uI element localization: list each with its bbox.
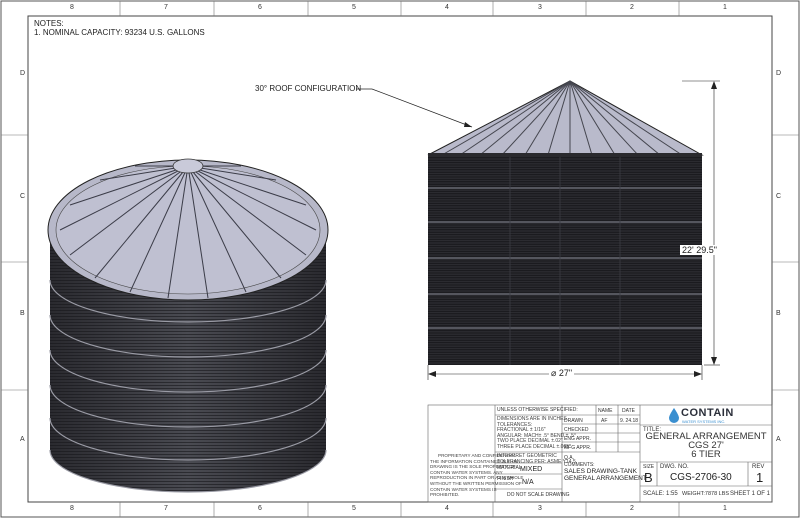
zone-label-bottom: 5: [352, 505, 356, 512]
diameter-dimension: ⌀ 27": [549, 368, 575, 379]
zone-label-bottom: 3: [538, 505, 542, 512]
isometric-tank-view: [47, 158, 329, 493]
logo-subtext: WATER SYSTEMS INC.: [682, 419, 726, 424]
tb-comment-line: GENERAL ARRANGEMENT: [564, 475, 647, 482]
logo-wordmark: CONTAIN: [681, 407, 734, 419]
height-dimension: 22' 29.5": [680, 245, 719, 255]
zone-label-bottom: 4: [445, 505, 449, 512]
drawing-title-line: 6 TIER: [691, 449, 721, 460]
tb-drawn-label: DRAWN: [564, 418, 583, 424]
tb-sheet: SHEET 1 OF 1: [730, 491, 770, 497]
tb-comments: SALES DRAWING-TANK GENERAL ARRANGEMENT: [564, 468, 647, 482]
tb-size-value: B: [644, 470, 653, 485]
tb-comment-line: SALES DRAWING-TANK: [564, 468, 637, 475]
tb-checked-label: CHECKED: [564, 427, 589, 433]
tb-date-header: DATE: [622, 408, 635, 414]
tb-mfg-appr-label: MFG APPR.: [564, 445, 592, 451]
tb-eng-appr-label: ENG APPR.: [564, 436, 591, 442]
zone-label-top: 7: [164, 4, 168, 11]
tb-proprietary-line: PROPRIETARY AND CONFIDENTIAL: [438, 453, 517, 458]
roof-config-callout: 30° ROOF CONFIGURATION: [255, 84, 362, 93]
tb-proprietary-line: DRAWING IS THE SOLE PROPERTY OF: [430, 464, 516, 470]
tb-dwg-number: CGS-2706-30: [670, 472, 732, 483]
tb-unless-label: UNLESS OTHERWISE SPECIFIED:: [497, 407, 578, 413]
zone-label-top: 1: [723, 4, 727, 11]
zone-label-bottom: 6: [258, 505, 262, 512]
zone-label-left: C: [20, 193, 26, 200]
notes-heading: NOTES:: [34, 19, 64, 28]
tb-scale: SCALE: 1:55: [643, 491, 678, 497]
zone-label-top: 4: [445, 4, 449, 11]
drawing-title: GENERAL ARRANGEMENT CGS 27' 6 TIER: [641, 432, 771, 460]
zone-label-top: 3: [538, 4, 542, 11]
zone-label-top: 6: [258, 4, 262, 11]
tb-dwg-label: DWG. NO.: [660, 464, 689, 470]
tb-drawn-name: AF: [601, 418, 608, 424]
zone-label-left: D: [20, 70, 26, 77]
zone-label-bottom: 1: [723, 505, 727, 512]
tb-name-header: NAME: [598, 408, 613, 414]
tb-weight: WEIGHT:7878 LBS: [682, 491, 730, 497]
tb-proprietary-line: PROHIBITED.: [430, 492, 460, 498]
water-drop-icon: [669, 408, 679, 423]
zone-label-right: D: [776, 70, 782, 77]
tb-proprietary-notice: PROPRIETARY AND CONFIDENTIAL THE INFORMA…: [430, 453, 523, 498]
notes-block: NOTES: 1. NOMINAL CAPACITY: 93234 U.S. G…: [34, 19, 205, 37]
zone-label-right: C: [776, 193, 782, 200]
tb-rev-value: 1: [756, 470, 764, 485]
zone-label-left: B: [20, 310, 25, 317]
elevation-tank-view: [427, 80, 720, 380]
zone-label-bottom: 2: [630, 505, 634, 512]
zone-label-top: 8: [70, 4, 74, 11]
zone-label-bottom: 8: [70, 505, 74, 512]
zone-label-top: 2: [630, 4, 634, 11]
zone-label-left: A: [20, 436, 25, 443]
zone-label-top: 5: [352, 4, 356, 11]
zone-label-right: B: [776, 310, 781, 317]
zone-label-bottom: 7: [164, 505, 168, 512]
tb-finish-value: N/A: [522, 479, 534, 486]
zone-label-right: A: [776, 436, 781, 443]
notes-line: 1. NOMINAL CAPACITY: 93234 U.S. GALLONS: [34, 28, 205, 37]
tb-drawn-date: 9. 24.18: [620, 418, 639, 424]
tb-proprietary-line: WITHOUT THE WRITTEN PERMISSION OF: [430, 480, 522, 486]
